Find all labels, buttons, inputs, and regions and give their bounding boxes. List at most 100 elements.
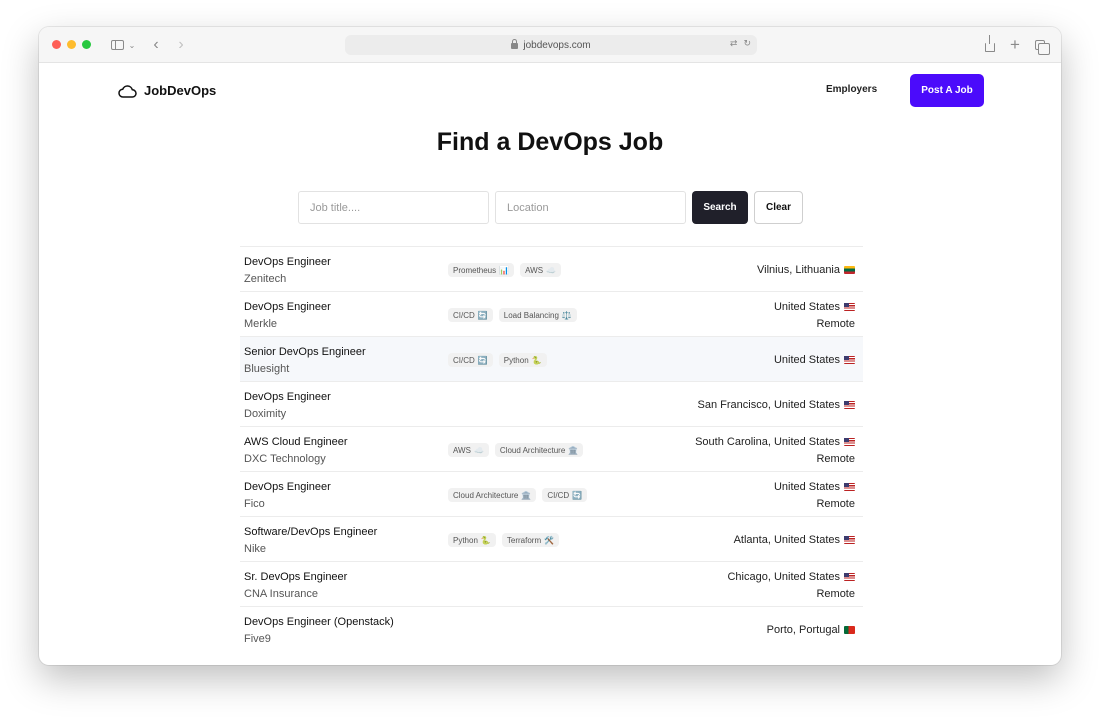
job-location: Atlanta, United States [734,534,855,546]
page-title: Find a DevOps Job [436,128,664,156]
job-row[interactable]: DevOps Engineer Fico Cloud Architecture 🏛️ C… [240,471,863,516]
employers-link[interactable]: Employers [826,84,877,95]
skill-tag-icon: ☁️ [473,445,484,455]
skill-tag[interactable]: AWS ☁️ [448,443,489,457]
job-location: South Carolina, United States [695,436,855,448]
skill-tag[interactable]: CI/CD 🔄 [448,353,493,367]
logo-text: JobDevOps [144,83,217,98]
flag-icon [844,303,855,311]
skill-tag-icon: 🏛️ [568,445,579,455]
close-window-button[interactable] [52,40,61,49]
flag-icon [844,536,855,544]
reload-icon[interactable]: ↻ [743,38,751,49]
job-company: Bluesight [244,363,290,375]
skill-tag[interactable]: Load Balancing ⚖️ [498,308,577,322]
job-row[interactable]: Senior DevOps Engineer Bluesight CI/CD 🔄 Pyt… [240,336,863,381]
job-company: Doximity [244,408,287,420]
forward-button[interactable]: › [172,36,190,54]
skill-tag-icon: ☁️ [546,265,557,275]
location-text: San Francisco, United States [697,399,840,411]
job-location: San Francisco, United States [698,399,855,411]
job-location: Chicago, United States [727,571,855,583]
job-company: Nike [244,543,267,555]
skill-tag-label: Cloud Architecture [499,445,566,455]
skill-tag-icon: 🏛️ [521,490,532,500]
job-row[interactable]: DevOps Engineer Merkle CI/CD 🔄 Load Balancin… [240,291,863,336]
flag-icon [844,626,855,634]
job-location: Vilnius, Lithuania [757,264,855,276]
skill-tag-label: Python [453,535,478,545]
chevron-down-icon: ⌄ [128,40,136,50]
job-title: AWS Cloud Engineer [244,436,348,448]
job-title: DevOps Engineer (Openstack) [244,616,394,628]
job-title: Software/DevOps Engineer [244,526,378,538]
job-title: Sr. DevOps Engineer [244,571,348,583]
location-text: United States [773,354,840,366]
job-row[interactable]: DevOps Engineer Zenitech Prometheus 📊 AWS ☁️ V… [240,246,863,291]
remote-label: Remote [816,453,855,465]
new-tab-button[interactable]: + [1007,35,1023,54]
skill-tag-label: Load Balancing [503,310,559,320]
job-row[interactable]: Software/DevOps Engineer Nike Python 🐍 Terra… [240,516,863,561]
translate-icon[interactable]: ⇄ [730,38,738,49]
job-tags: CI/CD 🔄 Python 🐍 [448,353,547,367]
search-button[interactable]: Search [692,191,748,224]
skill-tag[interactable]: Python 🐍 [448,533,496,547]
tab-overview-button[interactable] [1032,36,1050,55]
flag-icon [844,573,855,581]
job-row[interactable]: DevOps Engineer (Openstack) Five9 Porto, P… [240,606,863,651]
skill-tag[interactable]: CI/CD 🔄 [542,488,588,502]
skill-tag-label: CI/CD [453,355,475,365]
tabs-icon [1035,40,1050,55]
location-input[interactable]: Location [495,191,686,224]
share-button[interactable] [982,35,998,54]
skill-tag[interactable]: Cloud Architecture 🏛️ [494,443,584,457]
logo-link[interactable]: JobDevOps [118,83,216,98]
job-company: Merkle [244,318,278,330]
skill-tag[interactable]: Terraform 🛠️ [501,533,560,547]
job-location: United States [774,354,855,366]
clear-button[interactable]: Clear [754,191,803,224]
remote-label: Remote [816,318,855,330]
maximize-window-button[interactable] [82,40,91,49]
back-button[interactable]: ‹ [147,36,165,54]
lock-icon [511,39,519,49]
location-text: Atlanta, United States [733,534,840,546]
skill-tag-label: Prometheus [453,265,497,275]
job-tags: Prometheus 📊 AWS ☁️ [448,263,562,277]
skill-tag-icon: 🐍 [480,535,491,545]
skill-tag-icon: 📊 [499,265,510,275]
remote-label: Remote [816,498,855,510]
job-title-input[interactable]: Job title.... [298,191,489,224]
window-controls [52,40,91,49]
job-tags: Cloud Architecture 🏛️ CI/CD 🔄 [448,488,588,502]
skill-tag-icon: 🔄 [477,310,488,320]
post-job-button[interactable]: Post A Job [910,74,984,107]
flag-icon [844,438,855,446]
site-header: JobDevOps Employers Post A Job [39,63,1061,119]
job-row[interactable]: Sr. DevOps Engineer CNA Insurance Chicago,… [240,561,863,606]
skill-tag[interactable]: Python 🐍 [498,353,547,367]
skill-tag-icon: 🔄 [477,355,488,365]
job-company: Five9 [244,633,271,645]
job-row[interactable]: DevOps Engineer Doximity San Francisco, Un… [240,381,863,426]
skill-tag[interactable]: AWS ☁️ [520,263,562,277]
minimize-window-button[interactable] [67,40,76,49]
job-company: Zenitech [244,273,287,285]
location-text: Porto, Portugal [766,624,840,636]
location-text: United States [773,301,840,313]
url-text: jobdevops.com [523,39,591,51]
skill-tag-label: Python [503,355,529,365]
job-title: DevOps Engineer [244,481,331,493]
skill-tag[interactable]: Prometheus 📊 [448,263,515,277]
address-bar[interactable]: jobdevops.com ⇄ ↻ [345,35,757,55]
skill-tag-label: Cloud Architecture [453,490,519,500]
flag-icon [844,266,855,274]
job-row[interactable]: AWS Cloud Engineer DXC Technology AWS ☁️ Clo… [240,426,863,471]
job-title: Senior DevOps Engineer [244,346,366,358]
job-location: Porto, Portugal [767,624,855,636]
skill-tag[interactable]: Cloud Architecture 🏛️ [448,488,537,502]
sidebar-toggle-button[interactable]: ⌄ [106,36,140,54]
skill-tag[interactable]: CI/CD 🔄 [448,308,493,322]
flag-icon [844,401,855,409]
